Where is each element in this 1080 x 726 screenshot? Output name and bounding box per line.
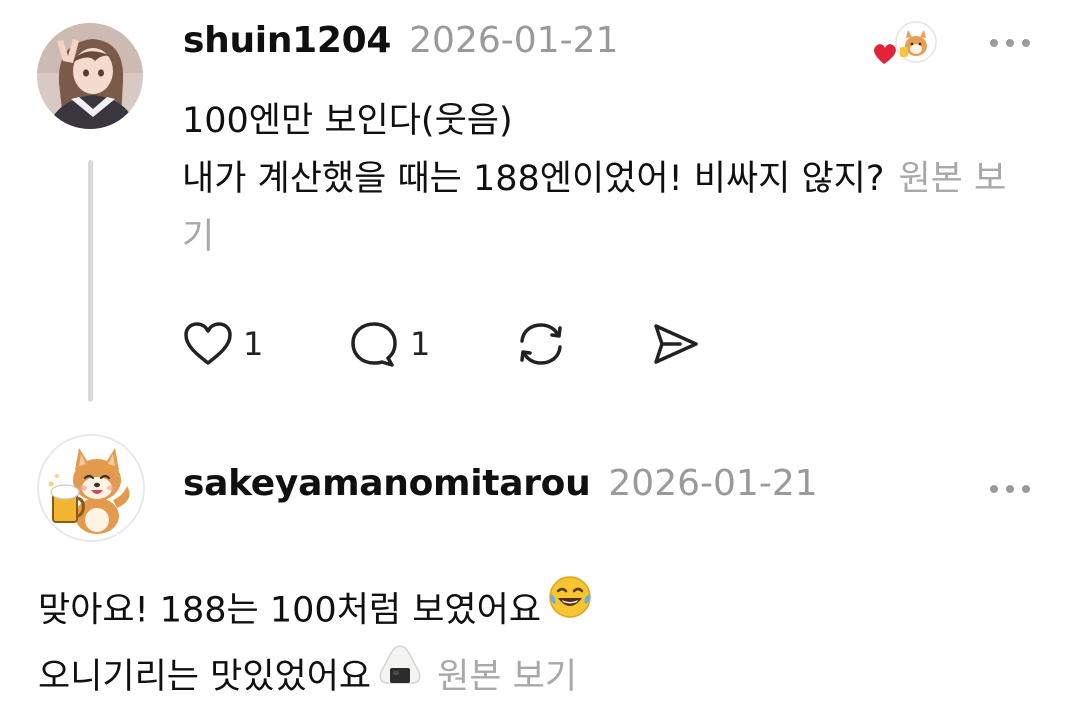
- post-text-line: 100엔만 보인다(웃음): [182, 101, 513, 141]
- post-header: shuin1204 2026-01-21: [183, 20, 618, 61]
- thread-connector-line: [88, 160, 93, 402]
- laughing-emoji-icon: [547, 574, 593, 641]
- reply-button[interactable]: 1: [348, 320, 513, 368]
- heart-icon: [183, 321, 233, 367]
- share-button[interactable]: [650, 321, 700, 367]
- like-button[interactable]: 1: [183, 321, 348, 367]
- more-options-icon[interactable]: [990, 33, 1030, 53]
- more-options-icon[interactable]: [990, 479, 1030, 499]
- thread-screen: shuin1204 2026-01-21 100엔만 보인다(웃음) 내가 계산…: [0, 0, 1080, 726]
- post-text-line: 내가 계산했을 때는 188엔이었어! 비싸지 않지? 원본 보기: [182, 159, 1007, 257]
- post-actions: 1 1: [183, 314, 700, 374]
- post-body: 맞아요! 188는 100처럼 보였어요 오니기리는 맛있었어요 원본 보기: [38, 576, 1038, 711]
- post-body: 100엔만 보인다(웃음) 내가 계산했을 때는 188엔이었어! 비싸지 않지…: [182, 92, 1032, 266]
- username[interactable]: shuin1204: [183, 20, 391, 61]
- avatar[interactable]: [37, 434, 145, 542]
- username[interactable]: sakeyamanomitarou: [183, 463, 591, 504]
- onigiri-emoji-icon: [377, 642, 423, 707]
- avatar[interactable]: [37, 23, 143, 129]
- view-original-link[interactable]: 원본 보기: [437, 657, 577, 697]
- post-date: 2026-01-21: [409, 20, 619, 61]
- repost-icon: [513, 319, 569, 369]
- reply-count: 1: [410, 325, 431, 363]
- post-text-line: 오니기리는 맛있었어요 원본 보기: [38, 642, 1038, 711]
- liked-by-author-badge: [870, 20, 940, 68]
- share-icon: [650, 321, 700, 367]
- comment-icon: [348, 320, 400, 368]
- repost-button[interactable]: [513, 319, 650, 369]
- post-text-line: 맞아요! 188는 100처럼 보였어요: [38, 576, 1038, 645]
- post-header: sakeyamanomitarou 2026-01-21: [183, 463, 818, 504]
- post-date: 2026-01-21: [608, 463, 818, 504]
- like-count: 1: [243, 325, 264, 363]
